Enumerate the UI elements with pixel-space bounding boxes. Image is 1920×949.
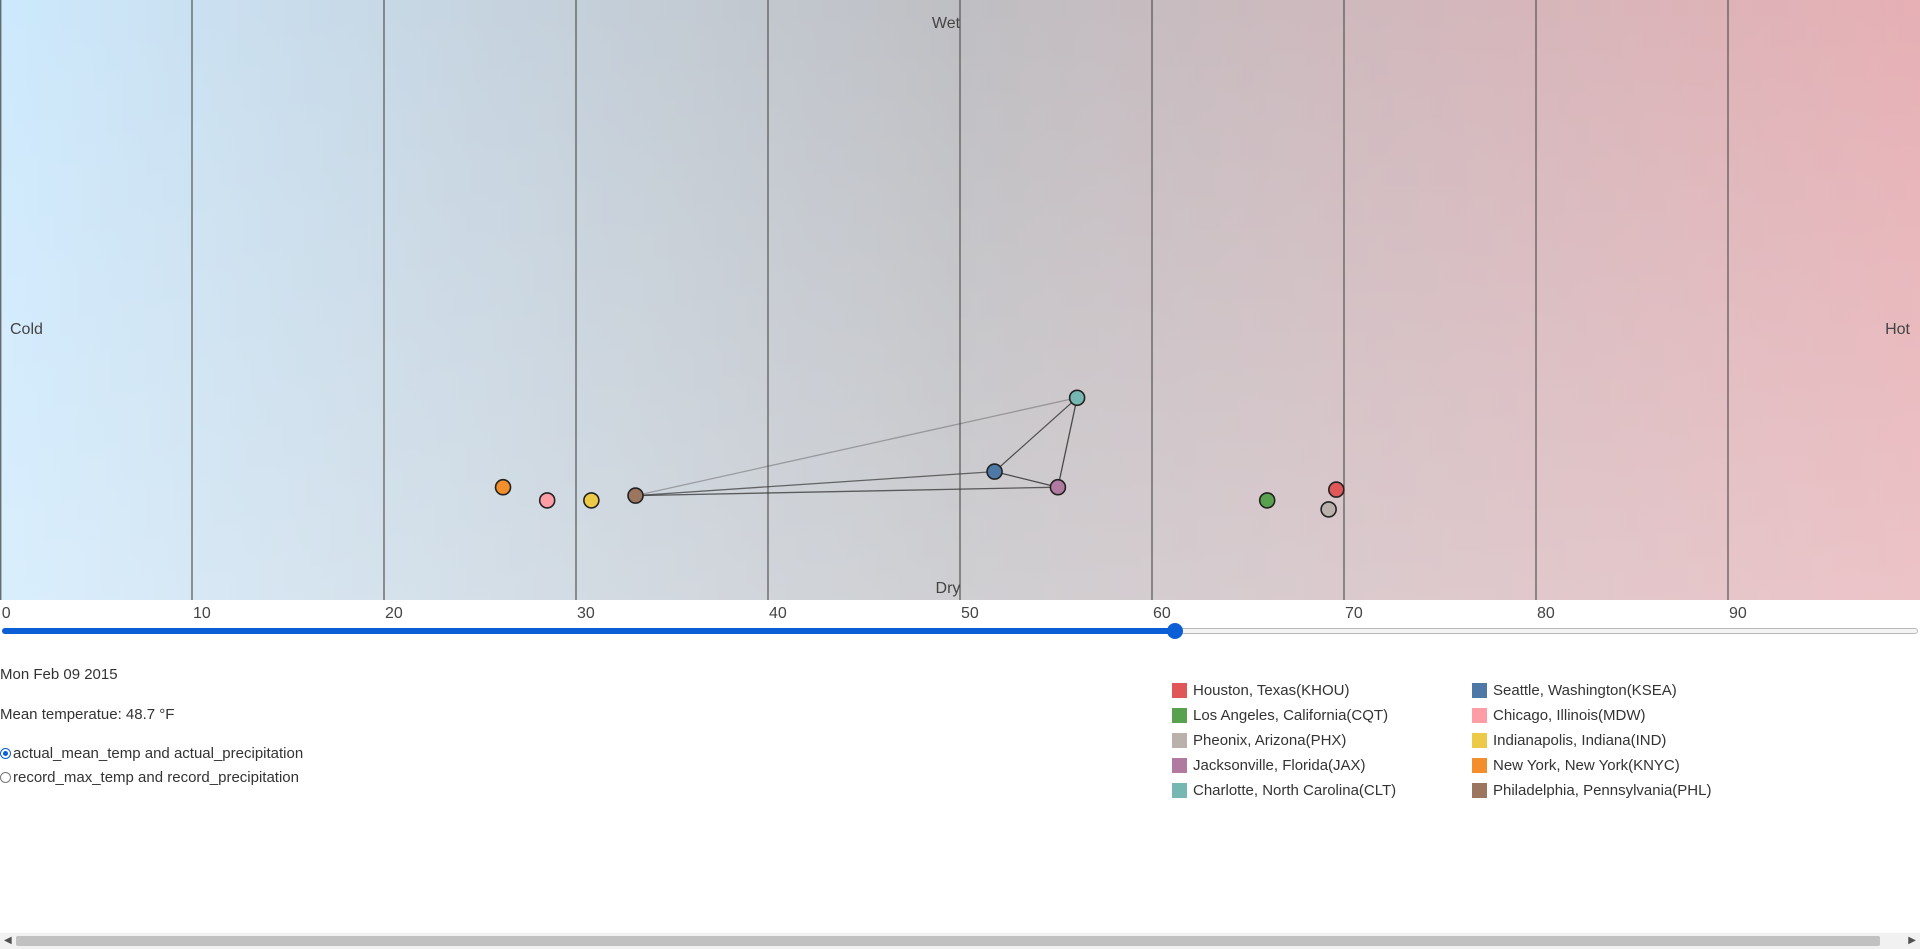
data-point-6[interactable] <box>1049 478 1067 496</box>
legend-item: New York, New York(KNYC) <box>1472 757 1680 774</box>
region-label-dry: Dry <box>936 580 961 597</box>
legend-label: Indianapolis, Indiana(IND) <box>1493 732 1667 749</box>
date-slider[interactable] <box>0 623 1920 639</box>
mean-temperature: Mean temperatue: 48.7 °F <box>0 706 175 723</box>
radio-record-max[interactable]: record_max_temp and record_precipitation <box>0 769 299 786</box>
data-point-3[interactable] <box>538 492 556 509</box>
legend-item: Los Angeles, California(CQT) <box>1172 707 1388 724</box>
legend-swatch <box>1172 733 1187 748</box>
legend-item: Houston, Texas(KHOU) <box>1172 682 1349 699</box>
x-tick-label-20: 20 <box>385 605 403 622</box>
x-tick-label-40: 40 <box>769 605 787 622</box>
legend-swatch <box>1172 783 1187 798</box>
slider-fill <box>2 628 1175 634</box>
current-date: Mon Feb 09 2015 <box>0 666 118 683</box>
legend-label: Philadelphia, Pennsylvania(PHL) <box>1493 782 1712 799</box>
legend-label: Charlotte, North Carolina(CLT) <box>1193 782 1397 799</box>
region-label-wet: Wet <box>932 15 961 32</box>
x-tick-label-0: 0 <box>2 605 11 622</box>
x-tick-label-90: 90 <box>1729 605 1747 622</box>
data-point-2[interactable] <box>1258 492 1276 509</box>
legend-swatch <box>1472 758 1487 773</box>
scrollbar-thumb[interactable] <box>16 936 1880 946</box>
legend-item: Charlotte, North Carolina(CLT) <box>1172 782 1396 799</box>
x-tick-label-10: 10 <box>193 605 211 622</box>
legend-label: Chicago, Illinois(MDW) <box>1493 707 1646 724</box>
legend-item: Indianapolis, Indiana(IND) <box>1472 732 1666 749</box>
data-point-0[interactable] <box>1328 481 1345 498</box>
legend-swatch <box>1472 783 1487 798</box>
horizontal-scrollbar[interactable]: ◀ ▶ <box>0 933 1920 949</box>
scroll-left-arrow-icon[interactable]: ◀ <box>4 933 12 949</box>
legend-swatch <box>1472 708 1487 723</box>
legend-label: Pheonix, Arizona(PHX) <box>1193 732 1347 749</box>
x-tick-label-80: 80 <box>1537 605 1555 622</box>
data-point-9[interactable] <box>627 487 644 504</box>
scroll-right-arrow-icon[interactable]: ▶ <box>1908 933 1916 949</box>
legend-label: Seattle, Washington(KSEA) <box>1493 682 1677 699</box>
legend-item: Chicago, Illinois(MDW) <box>1472 707 1646 724</box>
legend-swatch <box>1172 708 1187 723</box>
data-point-7[interactable] <box>494 478 512 496</box>
data-point-5[interactable] <box>583 492 600 509</box>
legend-item: Philadelphia, Pennsylvania(PHL) <box>1472 782 1711 799</box>
x-tick-label-70: 70 <box>1345 605 1363 622</box>
radio-label-actual: actual_mean_temp and actual_precipitatio… <box>13 745 304 762</box>
radio-label-record: record_max_temp and record_precipitation <box>13 769 299 786</box>
legend-swatch <box>1472 733 1487 748</box>
data-point-8[interactable] <box>1068 389 1086 407</box>
data-point-1[interactable] <box>986 463 1003 480</box>
region-label-hot: Hot <box>1885 321 1910 338</box>
slider-thumb[interactable] <box>1166 623 1183 639</box>
region-label-cold: Cold <box>10 321 43 338</box>
legend-item: Seattle, Washington(KSEA) <box>1472 682 1677 699</box>
radio-button-record[interactable] <box>0 772 11 783</box>
legend-swatch <box>1172 683 1187 698</box>
legend-swatch <box>1172 758 1187 773</box>
legend-label: Houston, Texas(KHOU) <box>1193 682 1350 699</box>
legend-swatch <box>1472 683 1487 698</box>
radio-button-actual[interactable] <box>0 748 11 759</box>
legend-item: Jacksonville, Florida(JAX) <box>1172 757 1366 774</box>
legend-label: Jacksonville, Florida(JAX) <box>1193 757 1366 774</box>
x-tick-label-50: 50 <box>961 605 979 622</box>
legend-label: New York, New York(KNYC) <box>1493 757 1680 774</box>
weather-scatter-chart: 0 10 20 30 40 50 60 70 80 90 Wet Dry Cold Hot <box>0 0 1920 622</box>
radio-actual-mean[interactable]: actual_mean_temp and actual_precipitatio… <box>0 745 303 762</box>
x-axis-ticks: 0 10 20 30 40 50 60 70 80 90 <box>2 605 1747 622</box>
data-point-4[interactable] <box>1320 501 1337 518</box>
legend-label: Los Angeles, California(CQT) <box>1193 707 1389 724</box>
x-tick-label-60: 60 <box>1153 605 1171 622</box>
legend-item: Pheonix, Arizona(PHX) <box>1172 732 1346 749</box>
x-tick-label-30: 30 <box>577 605 595 622</box>
